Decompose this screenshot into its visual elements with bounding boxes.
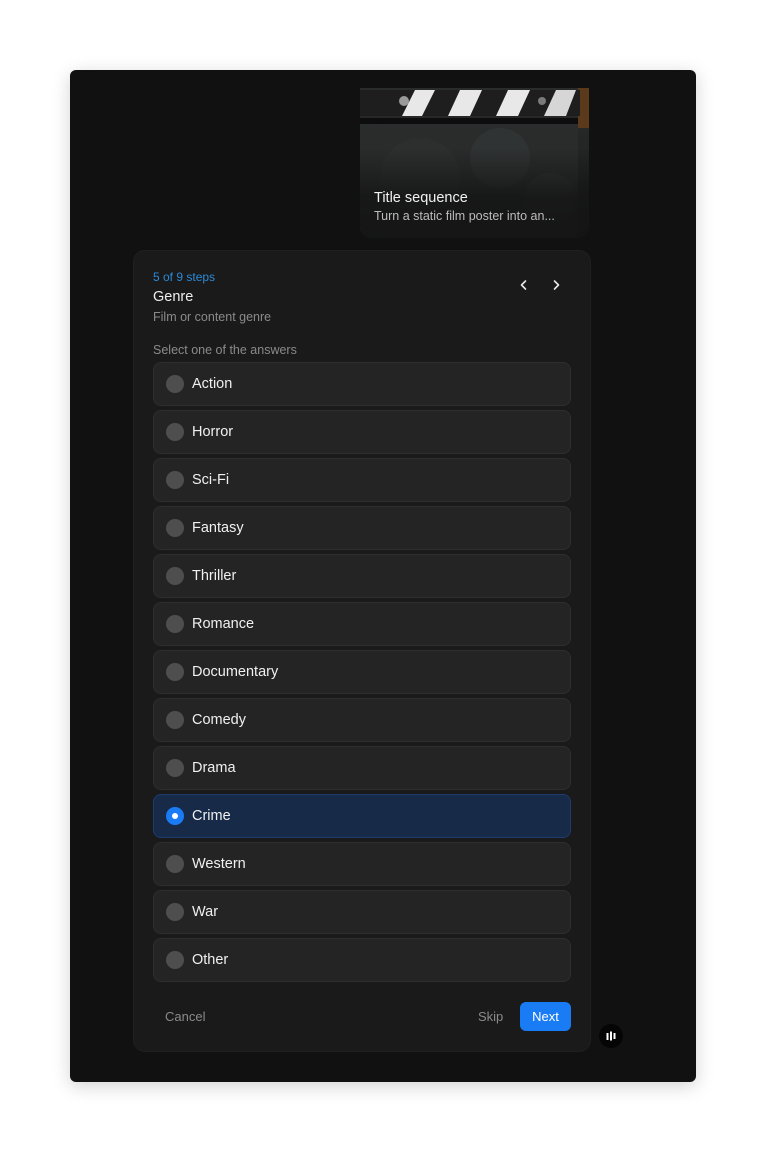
option-western[interactable]: Western: [153, 842, 571, 886]
option-romance[interactable]: Romance: [153, 602, 571, 646]
option-label: Comedy: [192, 712, 246, 728]
option-documentary[interactable]: Documentary: [153, 650, 571, 694]
instruction-text: Select one of the answers: [153, 343, 297, 357]
app-window: Title sequence Turn a static film poster…: [70, 70, 696, 1082]
media-card[interactable]: Title sequence Turn a static film poster…: [360, 88, 589, 238]
chevron-left-icon: [520, 280, 527, 290]
question-subtitle: Film or content genre: [153, 310, 272, 324]
option-comedy[interactable]: Comedy: [153, 698, 571, 742]
brand-logo-icon-glyph: [606, 1031, 616, 1041]
radio-button[interactable]: [166, 903, 184, 921]
question-title: Genre: [153, 289, 194, 305]
option-label: Western: [192, 856, 246, 872]
option-label: Action: [192, 376, 233, 392]
radio-button[interactable]: [166, 375, 184, 393]
option-label: War: [192, 904, 219, 920]
option-label: Crime: [192, 808, 231, 824]
option-fantasy[interactable]: Fantasy: [153, 506, 571, 550]
option-sci-fi[interactable]: Sci-Fi: [153, 458, 571, 502]
answer-options: Action Horror Sci-Fi Fantasy Thriller Ro…: [153, 362, 571, 986]
previous-button[interactable]: [512, 273, 536, 297]
option-label: Documentary: [192, 664, 279, 680]
option-label: Thriller: [192, 568, 237, 584]
radio-button[interactable]: [166, 951, 184, 969]
radio-button[interactable]: [166, 615, 184, 633]
option-label: Romance: [192, 616, 255, 632]
option-action[interactable]: Action: [153, 362, 571, 406]
option-label: Sci-Fi: [192, 472, 230, 488]
option-label: Drama: [192, 760, 236, 776]
media-card-title: Title sequence: [374, 190, 468, 206]
skip-button[interactable]: Skip: [478, 1009, 503, 1024]
option-horror[interactable]: Horror: [153, 410, 571, 454]
option-war[interactable]: War: [153, 890, 571, 934]
radio-button[interactable]: [166, 711, 184, 729]
question-panel: 5 of 9 steps Genre Film or content genre…: [133, 250, 591, 1052]
radio-button[interactable]: [166, 663, 184, 681]
option-crime[interactable]: Crime: [153, 794, 571, 838]
option-other[interactable]: Other: [153, 938, 571, 982]
radio-button[interactable]: [166, 423, 184, 441]
radio-button[interactable]: [166, 519, 184, 537]
option-label: Horror: [192, 424, 234, 440]
next-button[interactable]: Next: [520, 1002, 571, 1031]
step-counter: 5 of 9 steps: [153, 270, 216, 284]
radio-button[interactable]: [166, 759, 184, 777]
option-drama[interactable]: Drama: [153, 746, 571, 790]
radio-button-selected[interactable]: [166, 807, 184, 825]
chevron-right-icon: [553, 280, 560, 290]
next-arrow-button[interactable]: [544, 273, 568, 297]
radio-button[interactable]: [166, 471, 184, 489]
option-label: Fantasy: [192, 520, 244, 536]
brand-logo-icon[interactable]: [599, 1024, 623, 1048]
cancel-button[interactable]: Cancel: [165, 1009, 205, 1024]
media-card-subtitle: Turn a static film poster into an...: [374, 209, 555, 223]
option-label: Other: [192, 952, 229, 968]
radio-button[interactable]: [166, 567, 184, 585]
radio-button[interactable]: [166, 855, 184, 873]
option-thriller[interactable]: Thriller: [153, 554, 571, 598]
